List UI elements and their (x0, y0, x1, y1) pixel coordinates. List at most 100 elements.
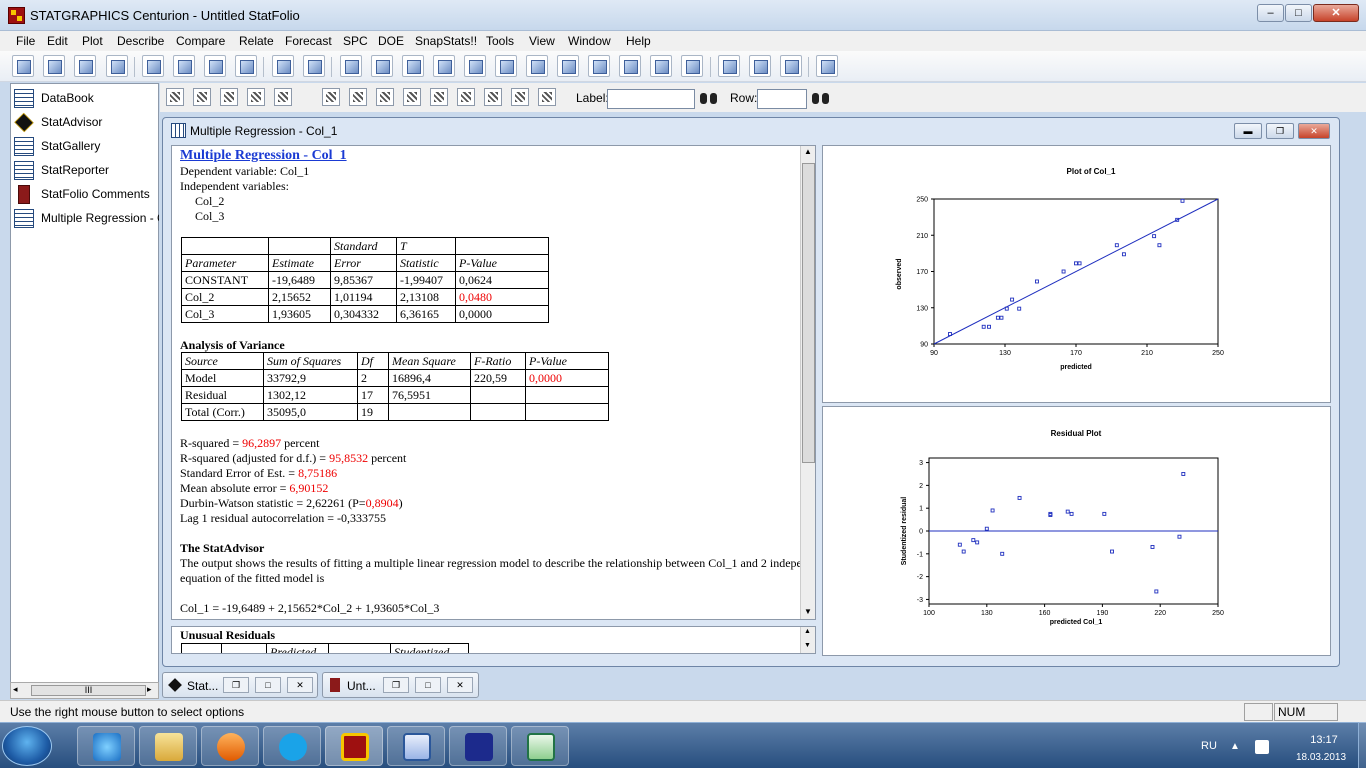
menu-snapstats[interactable]: SnapStats!! (415, 34, 477, 48)
row-input[interactable] (757, 89, 807, 109)
close-icon[interactable]: ✕ (287, 677, 313, 693)
nav-item-statgallery[interactable]: StatGallery (13, 135, 159, 157)
taskbar-excel[interactable] (511, 726, 569, 766)
control-chart-icon[interactable] (433, 55, 455, 77)
nav-item-statreporter[interactable]: StatReporter (13, 159, 159, 181)
find-row-binoculars-icon[interactable] (812, 90, 830, 106)
residuals-vertical-scrollbar[interactable]: ▲ ▼ (800, 627, 815, 653)
distribution-icon[interactable] (526, 55, 548, 77)
wizard-icon[interactable] (749, 55, 771, 77)
nav-item-multiple-regression[interactable]: Multiple Regression - Col_ (13, 207, 159, 229)
show-desktop-button[interactable] (1358, 722, 1366, 768)
menu-tools[interactable]: Tools (486, 34, 514, 48)
menu-plot[interactable]: Plot (82, 34, 103, 48)
save-icon[interactable] (43, 55, 65, 77)
label-input[interactable] (607, 89, 695, 109)
select-points-icon[interactable] (322, 88, 340, 106)
print-icon[interactable] (272, 55, 294, 77)
nav-item-databook[interactable]: DataBook (13, 87, 159, 109)
maximize-button[interactable]: □ (1285, 4, 1312, 22)
zoom-icon[interactable] (457, 88, 475, 106)
statadvisor-minimized-window[interactable]: Stat... ❐ □ ✕ (162, 672, 318, 698)
menu-doe[interactable]: DOE (378, 34, 404, 48)
close-button[interactable]: ✕ (1313, 4, 1359, 22)
navigator-horizontal-scrollbar[interactable]: ◂ III ▸ (10, 682, 159, 699)
nav-item-statfolio-comments[interactable]: StatFolio Comments (13, 183, 159, 205)
child-minimize-button[interactable]: ▬ (1234, 123, 1262, 139)
histogram-icon[interactable] (588, 55, 610, 77)
menu-edit[interactable]: Edit (47, 34, 68, 48)
paste-icon[interactable] (204, 55, 226, 77)
menu-compare[interactable]: Compare (176, 34, 225, 48)
list-icon[interactable] (557, 55, 579, 77)
graphs-icon[interactable] (220, 88, 238, 106)
child-restore-button[interactable]: ❐ (1266, 123, 1294, 139)
menu-describe[interactable]: Describe (117, 34, 164, 48)
taskbar-file-explorer[interactable] (139, 726, 197, 766)
menu-view[interactable]: View (529, 34, 555, 48)
menu-forecast[interactable]: Forecast (285, 34, 332, 48)
save-results-icon[interactable] (247, 88, 265, 106)
report-heading[interactable]: Multiple Regression - Col_1 (180, 149, 347, 163)
table-icon[interactable] (371, 55, 393, 77)
scroll-thumb[interactable] (802, 163, 815, 463)
scroll-left-icon[interactable]: ◂ (13, 684, 18, 695)
scatterplot-icon[interactable] (340, 55, 362, 77)
trend-icon[interactable] (650, 55, 672, 77)
clock-time[interactable]: 13:17 (1294, 734, 1354, 746)
taskbar-word[interactable] (387, 726, 445, 766)
taskbar-media-player[interactable] (201, 726, 259, 766)
cut-icon[interactable] (142, 55, 164, 77)
print-preview-icon[interactable] (303, 55, 325, 77)
report-vertical-scrollbar[interactable]: ▲ ▼ (800, 146, 815, 619)
minimize-button[interactable]: – (1257, 4, 1284, 22)
save-statfolio-icon[interactable] (106, 55, 128, 77)
statadvisor-toolbar-icon[interactable] (718, 55, 740, 77)
regression-icon[interactable] (464, 55, 486, 77)
percent-icon[interactable] (538, 88, 556, 106)
scroll-down-icon[interactable]: ▼ (804, 607, 812, 616)
copy-icon[interactable] (173, 55, 195, 77)
action-center-flag-icon[interactable] (1255, 740, 1269, 754)
statgraphics-app-icon[interactable] (8, 7, 25, 24)
start-button[interactable] (2, 726, 52, 766)
label-points-icon[interactable] (349, 88, 367, 106)
find-label-binoculars-icon[interactable] (700, 90, 718, 106)
observed-vs-predicted-plot-pane[interactable]: Plot of Col_1 90 130 170 210 250 90 130 170 210 2… (822, 145, 1331, 403)
bar-chart-icon[interactable] (681, 55, 703, 77)
crosshair-icon[interactable] (619, 55, 641, 77)
databook-toolbar-icon[interactable] (74, 55, 96, 77)
tables-icon[interactable] (193, 88, 211, 106)
scroll-down-icon[interactable]: ▼ (804, 641, 811, 649)
close-icon[interactable]: ✕ (447, 677, 473, 693)
publish-icon[interactable] (274, 88, 292, 106)
nav-item-statadvisor[interactable]: StatAdvisor (13, 111, 159, 133)
open-icon[interactable] (12, 55, 34, 77)
menu-file[interactable]: File (16, 34, 35, 48)
menu-window[interactable]: Window (568, 34, 611, 48)
child-close-button[interactable]: ✕ (1298, 123, 1330, 139)
language-indicator[interactable]: RU (1201, 740, 1217, 752)
menu-spc[interactable]: SPC (343, 34, 368, 48)
taskbar-skype[interactable] (263, 726, 321, 766)
brush-icon[interactable] (403, 88, 421, 106)
residual-plot-pane[interactable]: Residual Plot 100 130 160 190 220 250 3 2 1 0 -1 -2… (822, 406, 1331, 656)
maximize-icon[interactable]: □ (415, 677, 441, 693)
scroll-right-icon[interactable]: ▸ (147, 684, 152, 695)
taskbar-save-app[interactable] (449, 726, 507, 766)
fit-icon[interactable] (495, 55, 517, 77)
menu-help[interactable]: Help (626, 34, 651, 48)
restore-icon[interactable]: ❐ (223, 677, 249, 693)
scroll-up-icon[interactable]: ▲ (804, 627, 811, 635)
input-dialog-icon[interactable] (166, 88, 184, 106)
menu-relate[interactable]: Relate (239, 34, 274, 48)
move-icon[interactable] (376, 88, 394, 106)
scroll-up-icon[interactable]: ▲ (804, 147, 812, 156)
exclude-icon[interactable] (430, 88, 448, 106)
unusual-residuals-pane[interactable]: Unusual Residuals Predicted Studentized … (171, 626, 816, 654)
restore-icon[interactable]: ❐ (383, 677, 409, 693)
taskbar-internet-explorer[interactable] (77, 726, 135, 766)
gallery-icon[interactable] (780, 55, 802, 77)
calculator-icon[interactable] (816, 55, 838, 77)
maximize-icon[interactable]: □ (255, 677, 281, 693)
